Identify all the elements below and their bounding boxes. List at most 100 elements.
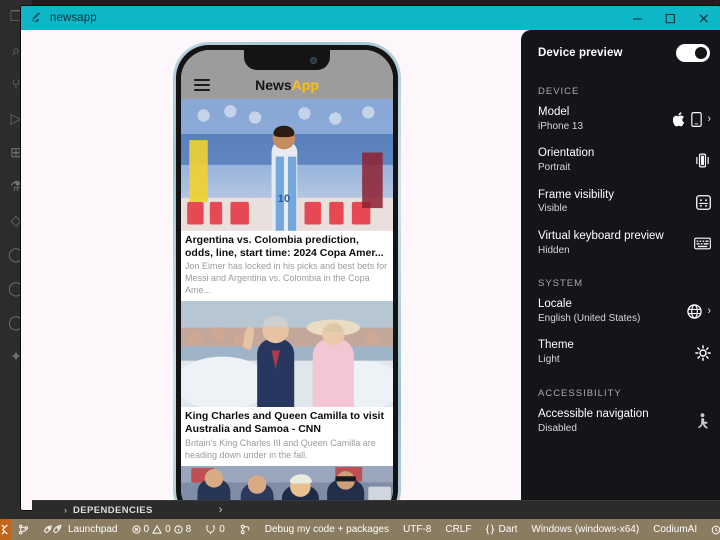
window-titlebar: newsapp (21, 6, 720, 30)
brightness-icon[interactable] (695, 345, 711, 361)
row-accessible-navigation[interactable]: Accessible navigation Disabled (521, 401, 720, 442)
errors-count: 0 (143, 524, 150, 535)
info-count: 8 (185, 524, 192, 535)
row-title: Virtual keyboard preview (538, 229, 664, 242)
chevron-right-icon[interactable]: › (707, 114, 711, 125)
row-virtual-keyboard[interactable]: Virtual keyboard preview Hidden (521, 223, 720, 264)
phone-notch (244, 50, 330, 70)
ports-count: 0 (219, 524, 225, 535)
chevron-right-icon[interactable]: › (64, 505, 67, 515)
row-value: Portrait (538, 162, 571, 174)
row-title: Orientation (538, 147, 595, 160)
row-value: Disabled (538, 422, 577, 434)
row-title: Frame visibility (538, 188, 615, 201)
language-mode-status[interactable]: Dart (478, 519, 524, 540)
device-preview-toggle[interactable] (676, 44, 710, 62)
device-preview-header: Device preview (521, 30, 720, 72)
frame-icon[interactable] (696, 194, 711, 210)
article-text: King Charles and Queen Camilla to visit … (181, 407, 393, 467)
tabnine-status[interactable]: tabnine starter (704, 519, 720, 540)
device-preview-title: Device preview (538, 47, 623, 59)
errors-icon (131, 525, 141, 534)
app-title-primary: News (255, 77, 292, 93)
accessibility-icon[interactable] (697, 413, 711, 430)
phone-frame: NewsApp 10 Argentina vs. Colombia predic… (173, 42, 401, 510)
hamburger-menu-icon[interactable] (194, 79, 210, 91)
braces-icon (485, 524, 495, 535)
globe-icon[interactable] (687, 304, 703, 320)
svg-text:10: 10 (278, 193, 291, 205)
ports-status[interactable]: 0 (198, 519, 232, 540)
eol-status[interactable]: CRLF (438, 519, 478, 540)
dependencies-bar[interactable]: › DEPENDENCIES › (32, 500, 720, 519)
list-item[interactable]: 10 Argentina vs. Colombia prediction, od… (181, 99, 393, 302)
row-value: Light (538, 354, 560, 366)
row-value: Visible (538, 203, 568, 215)
debug-config-status[interactable] (232, 519, 258, 540)
row-title: Locale (538, 298, 572, 311)
row-value: iPhone 13 (538, 120, 584, 132)
phone-bezel: NewsApp 10 Argentina vs. Colombia predic… (176, 45, 398, 510)
article-title: King Charles and Queen Camilla to visit … (185, 410, 384, 436)
codiumai-status[interactable]: CodiumAI (646, 519, 704, 540)
close-button[interactable] (687, 6, 720, 30)
remote-window-icon[interactable] (0, 519, 11, 540)
phone-screen: NewsApp 10 Argentina vs. Colombia predic… (181, 50, 393, 510)
phone-icon (691, 112, 703, 128)
encoding-status[interactable]: UTF-8 (396, 519, 438, 540)
article-image: 10 (181, 99, 393, 231)
phone-preview: NewsApp 10 Argentina vs. Colombia predic… (173, 42, 401, 510)
minimize-button[interactable] (621, 6, 654, 30)
article-description: Britain's King Charles III and Queen Cam… (185, 437, 376, 460)
article-image (181, 301, 393, 408)
section-label-device: DEVICE (538, 86, 580, 97)
article-title: Argentina vs. Colombia prediction, odds,… (185, 233, 384, 259)
row-value: Hidden (538, 244, 570, 256)
platform-status[interactable]: Windows (windows-x64) (524, 519, 646, 540)
row-locale[interactable]: Locale English (United States) › (521, 291, 720, 332)
eol-label: CRLF (445, 524, 472, 535)
debug-packages-label: Debug my code + packages (264, 524, 389, 535)
row-model[interactable]: Model iPhone 13 › (521, 99, 720, 140)
chevron-right-icon[interactable]: › (707, 306, 711, 317)
screenshot-root: ❐ ⌕ ⑂ ▷ ⊞ ⚗ ◇ ◯ ◯ ◯ ✦ newsapp NewsApp 10… (0, 0, 720, 540)
section-label-accessibility: ACCESSIBILITY (538, 387, 622, 399)
keyboard-icon[interactable] (694, 237, 711, 250)
debug-icon (239, 524, 251, 535)
apple-icon (673, 112, 686, 127)
maximize-button[interactable] (654, 6, 687, 30)
row-title: Accessible navigation (538, 407, 649, 420)
codiumai-label: CodiumAI (653, 524, 698, 535)
chevron-right-icon-secondary[interactable]: › (219, 504, 223, 516)
ports-icon (205, 524, 216, 535)
list-item[interactable]: King Charles and Queen Camilla to visit … (181, 301, 393, 467)
row-value: English (United States) (538, 312, 641, 324)
article-description: Jon Eimer has locked in his picks and be… (185, 261, 388, 295)
window-title: newsapp (50, 12, 97, 24)
newsapp-window: newsapp NewsApp 10 Argentina vs. Colombi… (21, 6, 720, 510)
row-frame-visibility[interactable]: Frame visibility Visible (521, 182, 720, 223)
encoding-label: UTF-8 (403, 524, 432, 535)
dependencies-label: DEPENDENCIES (73, 504, 153, 516)
tabnine-icon (711, 525, 720, 535)
status-bar: Launchpad 0 0 8 0 Debug my code + packag… (0, 519, 720, 540)
device-preview-panel: Device preview DEVICE Model iPhone 13 › … (521, 30, 720, 510)
launchpad-label: Launchpad (68, 524, 118, 535)
launchpad-status[interactable]: Launchpad (36, 519, 125, 540)
platform-label: Windows (windows-x64) (531, 524, 640, 535)
warnings-icon (152, 525, 162, 534)
front-camera-icon (310, 57, 317, 64)
article-text: Argentina vs. Colombia prediction, odds,… (181, 230, 393, 302)
debug-packages-status[interactable]: Debug my code + packages (258, 519, 396, 540)
rotation-icon[interactable] (694, 152, 711, 169)
article-feed[interactable]: 10 Argentina vs. Colombia prediction, od… (181, 99, 393, 510)
info-icon (174, 525, 183, 534)
source-control-status[interactable] (11, 519, 36, 540)
page-title: NewsApp (255, 77, 319, 93)
row-theme[interactable]: Theme Light (521, 332, 720, 373)
language-label: Dart (498, 524, 518, 535)
problems-status[interactable]: 0 0 8 (125, 519, 199, 540)
row-title: Theme (538, 339, 574, 352)
source-control-icon (18, 524, 29, 535)
row-orientation[interactable]: Orientation Portrait (521, 140, 720, 181)
